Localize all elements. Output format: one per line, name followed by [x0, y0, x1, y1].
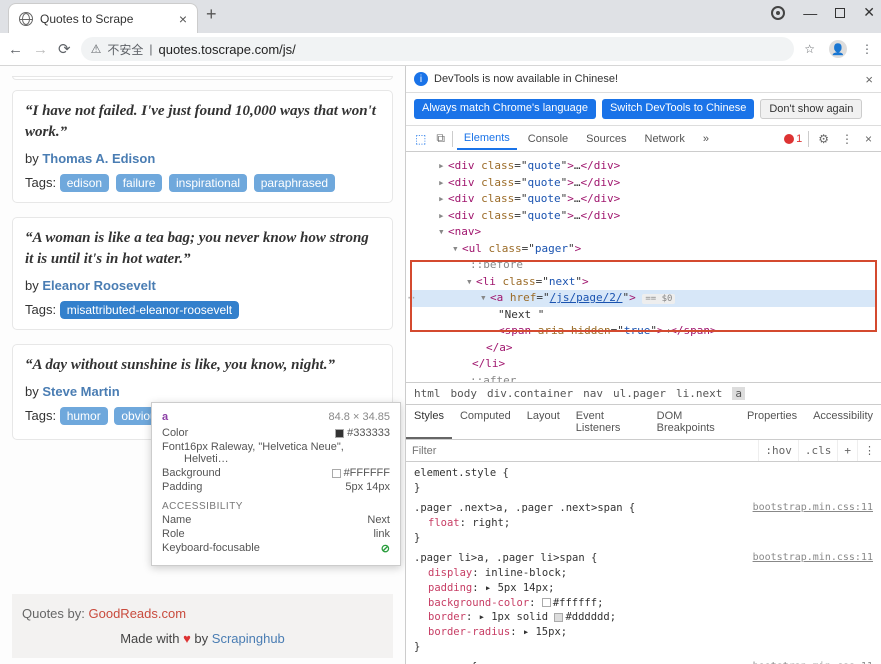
page-content: “I have not failed. I've just found 10,0… — [0, 66, 405, 664]
tab-title: Quotes to Scrape — [40, 12, 172, 26]
tab-console[interactable]: Console — [521, 129, 575, 149]
check-icon: ⊘ — [381, 542, 390, 555]
footer: Quotes by: GoodReads.com Made with ♥ by … — [12, 594, 393, 658]
dom-tree[interactable]: ▸<div class="quote">…</div> ▸<div class=… — [406, 152, 881, 382]
inspect-tooltip: a84.8 × 34.85 Color#333333 Font16px Rale… — [151, 402, 401, 566]
add-rule-button[interactable]: + — [837, 440, 857, 461]
source-link[interactable]: bootstrap.min.css:11 — [753, 501, 873, 515]
tag[interactable]: failure — [116, 174, 163, 192]
star-icon[interactable]: ☆ — [804, 42, 815, 56]
quote-text: “I have not failed. I've just found 10,0… — [25, 101, 380, 143]
tab-more[interactable]: » — [696, 129, 716, 149]
author-link[interactable]: Steve Martin — [42, 384, 119, 399]
match-language-button[interactable]: Always match Chrome's language — [414, 99, 596, 119]
tag[interactable]: paraphrased — [254, 174, 335, 192]
globe-icon — [19, 12, 33, 26]
maximize-button[interactable] — [835, 8, 845, 18]
tag[interactable]: inspirational — [169, 174, 247, 192]
source-link[interactable]: bootstrap.min.css:11 — [753, 551, 873, 565]
reload-button[interactable]: ⟳ — [58, 40, 71, 58]
new-tab-button[interactable]: + — [206, 4, 217, 29]
tab-properties[interactable]: Properties — [739, 405, 805, 439]
heart-icon: ♥ — [183, 631, 191, 646]
quote-card: “A woman is like a tea bag; you never kn… — [12, 217, 393, 330]
menu-icon[interactable]: ⋮ — [861, 42, 873, 56]
goodreads-link[interactable]: GoodReads.com — [89, 606, 187, 621]
window-controls: — ✕ — [771, 4, 875, 21]
scrapinghub-link[interactable]: Scrapinghub — [212, 631, 285, 646]
url-text: quotes.toscrape.com/js/ — [158, 42, 295, 57]
tab-network[interactable]: Network — [638, 129, 692, 149]
more-icon[interactable]: ⋮ — [857, 440, 881, 461]
tab-dom-breakpoints[interactable]: DOM Breakpoints — [649, 405, 739, 439]
tag[interactable]: misattributed-eleanor-roosevelt — [60, 301, 239, 319]
browser-titlebar: Quotes to Scrape × + — ✕ — [0, 0, 881, 33]
cls-toggle[interactable]: .cls — [798, 440, 838, 461]
tab-close-icon[interactable]: × — [179, 11, 187, 27]
styles-pane[interactable]: element.style { } bootstrap.min.css:11 .… — [406, 462, 881, 664]
dom-breadcrumb[interactable]: html body div.container nav ul.pager li.… — [406, 382, 881, 405]
security-label: 不安全 — [107, 41, 143, 58]
tab-sources[interactable]: Sources — [579, 129, 633, 149]
device-icon[interactable]: ⧉ — [433, 131, 448, 146]
gear-icon[interactable]: ⚙ — [815, 132, 832, 146]
devtools-notice: i DevTools is now available in Chinese! … — [406, 66, 881, 93]
quote-text: “A day without sunshine is like, you kno… — [25, 355, 380, 376]
info-icon: i — [414, 72, 428, 86]
styles-filter-input[interactable] — [406, 440, 758, 461]
tab-accessibility[interactable]: Accessibility — [805, 405, 881, 439]
tab-styles[interactable]: Styles — [406, 405, 452, 439]
notice-close-icon[interactable]: × — [865, 72, 873, 87]
styles-tabs: Styles Computed Layout Event Listeners D… — [406, 405, 881, 440]
devtools-close-icon[interactable]: × — [862, 132, 875, 146]
minimize-button[interactable]: — — [803, 5, 817, 21]
tab-layout[interactable]: Layout — [519, 405, 568, 439]
quote-card: “I have not failed. I've just found 10,0… — [12, 90, 393, 203]
back-button[interactable]: ← — [8, 41, 23, 58]
author-link[interactable]: Eleanor Roosevelt — [42, 278, 155, 293]
quote-text: “A woman is like a tea bag; you never kn… — [25, 228, 380, 270]
browser-tab[interactable]: Quotes to Scrape × — [8, 3, 198, 33]
profile-avatar[interactable]: 👤 — [829, 40, 847, 58]
dont-show-button[interactable]: Don't show again — [760, 99, 862, 119]
switch-language-button[interactable]: Switch DevTools to Chinese — [602, 99, 754, 119]
devtools-toolbar: ⬚ ⧉ Elements Console Sources Network » 1… — [406, 126, 881, 152]
hov-toggle[interactable]: :hov — [758, 440, 798, 461]
author-link[interactable]: Thomas A. Edison — [42, 151, 155, 166]
close-button[interactable]: ✕ — [863, 4, 875, 21]
tag[interactable]: humor — [60, 407, 108, 425]
kebab-icon[interactable]: ⋮ — [838, 132, 856, 146]
tag[interactable]: edison — [60, 174, 109, 192]
url-box[interactable]: ⚠ 不安全 | quotes.toscrape.com/js/ — [81, 37, 795, 61]
inspect-icon[interactable]: ⬚ — [412, 132, 429, 146]
tab-event-listeners[interactable]: Event Listeners — [568, 405, 649, 439]
tab-elements[interactable]: Elements — [457, 128, 517, 150]
forward-button: → — [33, 41, 48, 58]
insecure-icon: ⚠ — [91, 42, 102, 56]
media-icon[interactable] — [771, 6, 785, 20]
source-link[interactable]: bootstrap.min.css:11 — [753, 660, 873, 664]
error-badge[interactable]: 1 — [784, 133, 802, 145]
address-bar: ← → ⟳ ⚠ 不安全 | quotes.toscrape.com/js/ ☆ … — [0, 33, 881, 66]
devtools-panel: i DevTools is now available in Chinese! … — [405, 66, 881, 664]
tab-computed[interactable]: Computed — [452, 405, 519, 439]
